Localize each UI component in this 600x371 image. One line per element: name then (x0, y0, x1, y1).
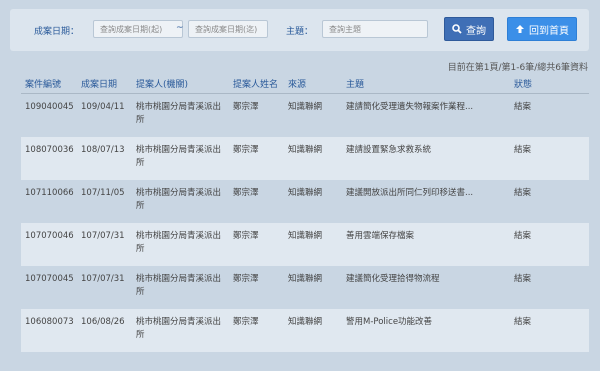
table-row[interactable]: 109040045 109/04/11 桃市桃園分局青溪派出所 鄭宗澤 知識聯網… (21, 93, 589, 137)
case-topic[interactable]: 警用M-Police功能改善 (342, 308, 510, 352)
case-topic[interactable]: 建議開放派出所同仁列印移送書... (342, 179, 510, 223)
case-source: 知識聯網 (284, 179, 342, 223)
table-row[interactable]: 107070045 107/07/31 桃市桃園分局青溪派出所 鄭宗澤 知識聯網… (21, 265, 589, 309)
case-id: 107070045 (21, 265, 77, 309)
case-id: 109040045 (21, 93, 77, 137)
case-unit: 桃市桃園分局青溪派出所 (132, 179, 229, 223)
col-topic[interactable]: 主題 (342, 73, 510, 94)
case-name: 鄭宗澤 (229, 136, 284, 180)
case-id: 107110066 (21, 179, 77, 223)
search-button-label: 查詢 (466, 25, 486, 37)
date-label: 成案日期： (34, 27, 80, 37)
date-from-input[interactable] (93, 20, 183, 38)
case-unit: 桃市桃園分局青溪派出所 (132, 93, 229, 137)
case-table: 案件編號 成案日期 提案人(機關) 提案人姓名 來源 主題 狀態 1090400… (21, 73, 589, 352)
home-button[interactable]: 回到首頁 (507, 17, 577, 41)
case-unit: 桃市桃園分局青溪派出所 (132, 308, 229, 352)
case-topic[interactable]: 善用雲端保存檔案 (342, 222, 510, 266)
topic-input[interactable] (322, 20, 428, 38)
case-date: 107/07/31 (77, 265, 132, 309)
arrow-up-icon (516, 25, 524, 33)
col-case-id[interactable]: 案件編號 (21, 73, 77, 94)
col-status[interactable]: 狀態 (510, 73, 589, 94)
table-row[interactable]: 107070046 107/07/31 桃市桃園分局青溪派出所 鄭宗澤 知識聯網… (21, 222, 589, 266)
result-summary: 目前在第1頁/第1-6筆/總共6筆資料 (447, 63, 588, 73)
case-status: 結案 (510, 179, 589, 223)
date-to-input[interactable] (188, 20, 268, 38)
search-icon (452, 24, 462, 34)
case-status: 結案 (510, 136, 589, 180)
case-name: 鄭宗澤 (229, 179, 284, 223)
table-row[interactable]: 106080073 106/08/26 桃市桃園分局青溪派出所 鄭宗澤 知識聯網… (21, 308, 589, 352)
case-date: 106/08/26 (77, 308, 132, 352)
case-date: 107/07/31 (77, 222, 132, 266)
case-source: 知識聯網 (284, 136, 342, 180)
col-date[interactable]: 成案日期 (77, 73, 132, 94)
table-row[interactable]: 107110066 107/11/05 桃市桃園分局青溪派出所 鄭宗澤 知識聯網… (21, 179, 589, 223)
case-source: 知識聯網 (284, 265, 342, 309)
case-topic[interactable]: 建請設置緊急求救系統 (342, 136, 510, 180)
case-date: 107/11/05 (77, 179, 132, 223)
case-unit: 桃市桃園分局青溪派出所 (132, 265, 229, 309)
case-date: 108/07/13 (77, 136, 132, 180)
case-name: 鄭宗澤 (229, 308, 284, 352)
case-unit: 桃市桃園分局青溪派出所 (132, 136, 229, 180)
case-date: 109/04/11 (77, 93, 132, 137)
col-source[interactable]: 來源 (284, 73, 342, 94)
search-bar: 成案日期： ~ 主題： 查詢 回到首頁 (10, 9, 589, 51)
case-id: 108070036 (21, 136, 77, 180)
case-topic[interactable]: 建請簡化受理遺失物報案作業程... (342, 93, 510, 137)
case-source: 知識聯網 (284, 93, 342, 137)
col-name[interactable]: 提案人姓名 (229, 73, 284, 94)
table-row[interactable]: 108070036 108/07/13 桃市桃園分局青溪派出所 鄭宗澤 知識聯網… (21, 136, 589, 180)
case-source: 知識聯網 (284, 308, 342, 352)
case-unit: 桃市桃園分局青溪派出所 (132, 222, 229, 266)
case-id: 106080073 (21, 308, 77, 352)
case-status: 結案 (510, 308, 589, 352)
case-name: 鄭宗澤 (229, 93, 284, 137)
col-unit[interactable]: 提案人(機關) (132, 73, 229, 94)
date-separator: ~ (176, 23, 184, 33)
case-id: 107070046 (21, 222, 77, 266)
table-header-row: 案件編號 成案日期 提案人(機關) 提案人姓名 來源 主題 狀態 (21, 73, 589, 94)
search-button[interactable]: 查詢 (444, 17, 494, 41)
case-status: 結案 (510, 93, 589, 137)
case-name: 鄭宗澤 (229, 222, 284, 266)
case-name: 鄭宗澤 (229, 265, 284, 309)
case-status: 結案 (510, 222, 589, 266)
case-source: 知識聯網 (284, 222, 342, 266)
case-status: 結案 (510, 265, 589, 309)
home-button-label: 回到首頁 (529, 25, 569, 37)
case-topic[interactable]: 建議簡化受理拾得物流程 (342, 265, 510, 309)
topic-label: 主題： (286, 27, 314, 37)
